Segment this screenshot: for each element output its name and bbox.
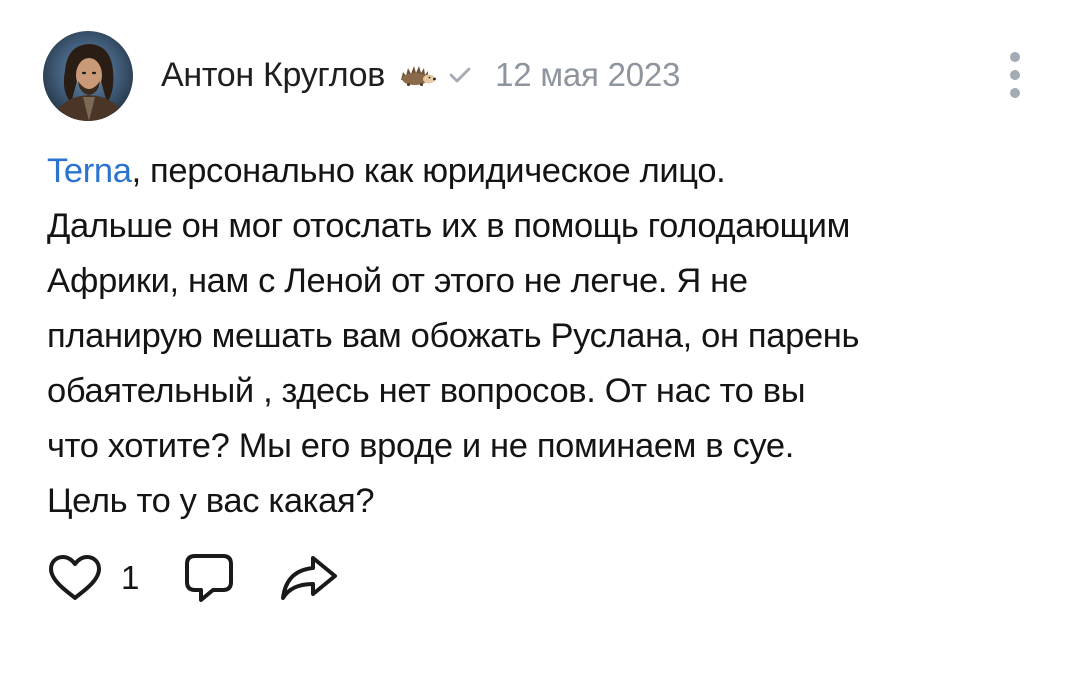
comment-line: Цель то у вас какая? (47, 482, 375, 520)
like-count: 1 (121, 559, 140, 596)
reply-button[interactable] (183, 552, 235, 604)
dot (1010, 88, 1020, 98)
comment-line-text: , персонально как юридическое лицо. (131, 152, 726, 190)
more-vertical-icon[interactable] (998, 50, 1032, 100)
comment-line: Дальше он мог отослать их в помощь голод… (47, 207, 850, 245)
dot (1010, 52, 1020, 62)
dot (1010, 70, 1020, 80)
heart-icon (49, 555, 101, 600)
checkmark-icon (449, 66, 471, 84)
comment-line: Terna, персонально как юридическое лицо. (47, 144, 1047, 199)
comment-bubble-icon (185, 554, 234, 602)
comment-date: 12 мая 2023 (495, 56, 681, 93)
mention-link[interactable]: Terna (47, 152, 132, 190)
comment-line: обаятельный , здесь нет вопросов. От нас… (47, 372, 806, 410)
share-button[interactable] (279, 554, 339, 602)
avatar-image (43, 31, 133, 121)
comment-line: что хотите? Мы его вроде и не поминаем в… (47, 427, 794, 465)
comment-actions: 1 (47, 552, 339, 604)
avatar[interactable] (43, 31, 133, 121)
comment: Антон Круглов 12 мая 2023 Terna, персона… (0, 0, 1080, 678)
comment-line: Африки, нам с Леной от этого не легче. Я… (47, 262, 748, 300)
author-name[interactable]: Антон Круглов (161, 56, 385, 95)
like-button[interactable] (47, 554, 103, 602)
comment-header: Антон Круглов 12 мая 2023 (161, 52, 680, 98)
hedgehog-icon (397, 62, 437, 88)
share-arrow-icon (281, 556, 338, 600)
comment-line: планирую мешать вам обожать Руслана, он … (47, 317, 860, 355)
comment-text: Terna, персонально как юридическое лицо.… (47, 144, 1047, 529)
